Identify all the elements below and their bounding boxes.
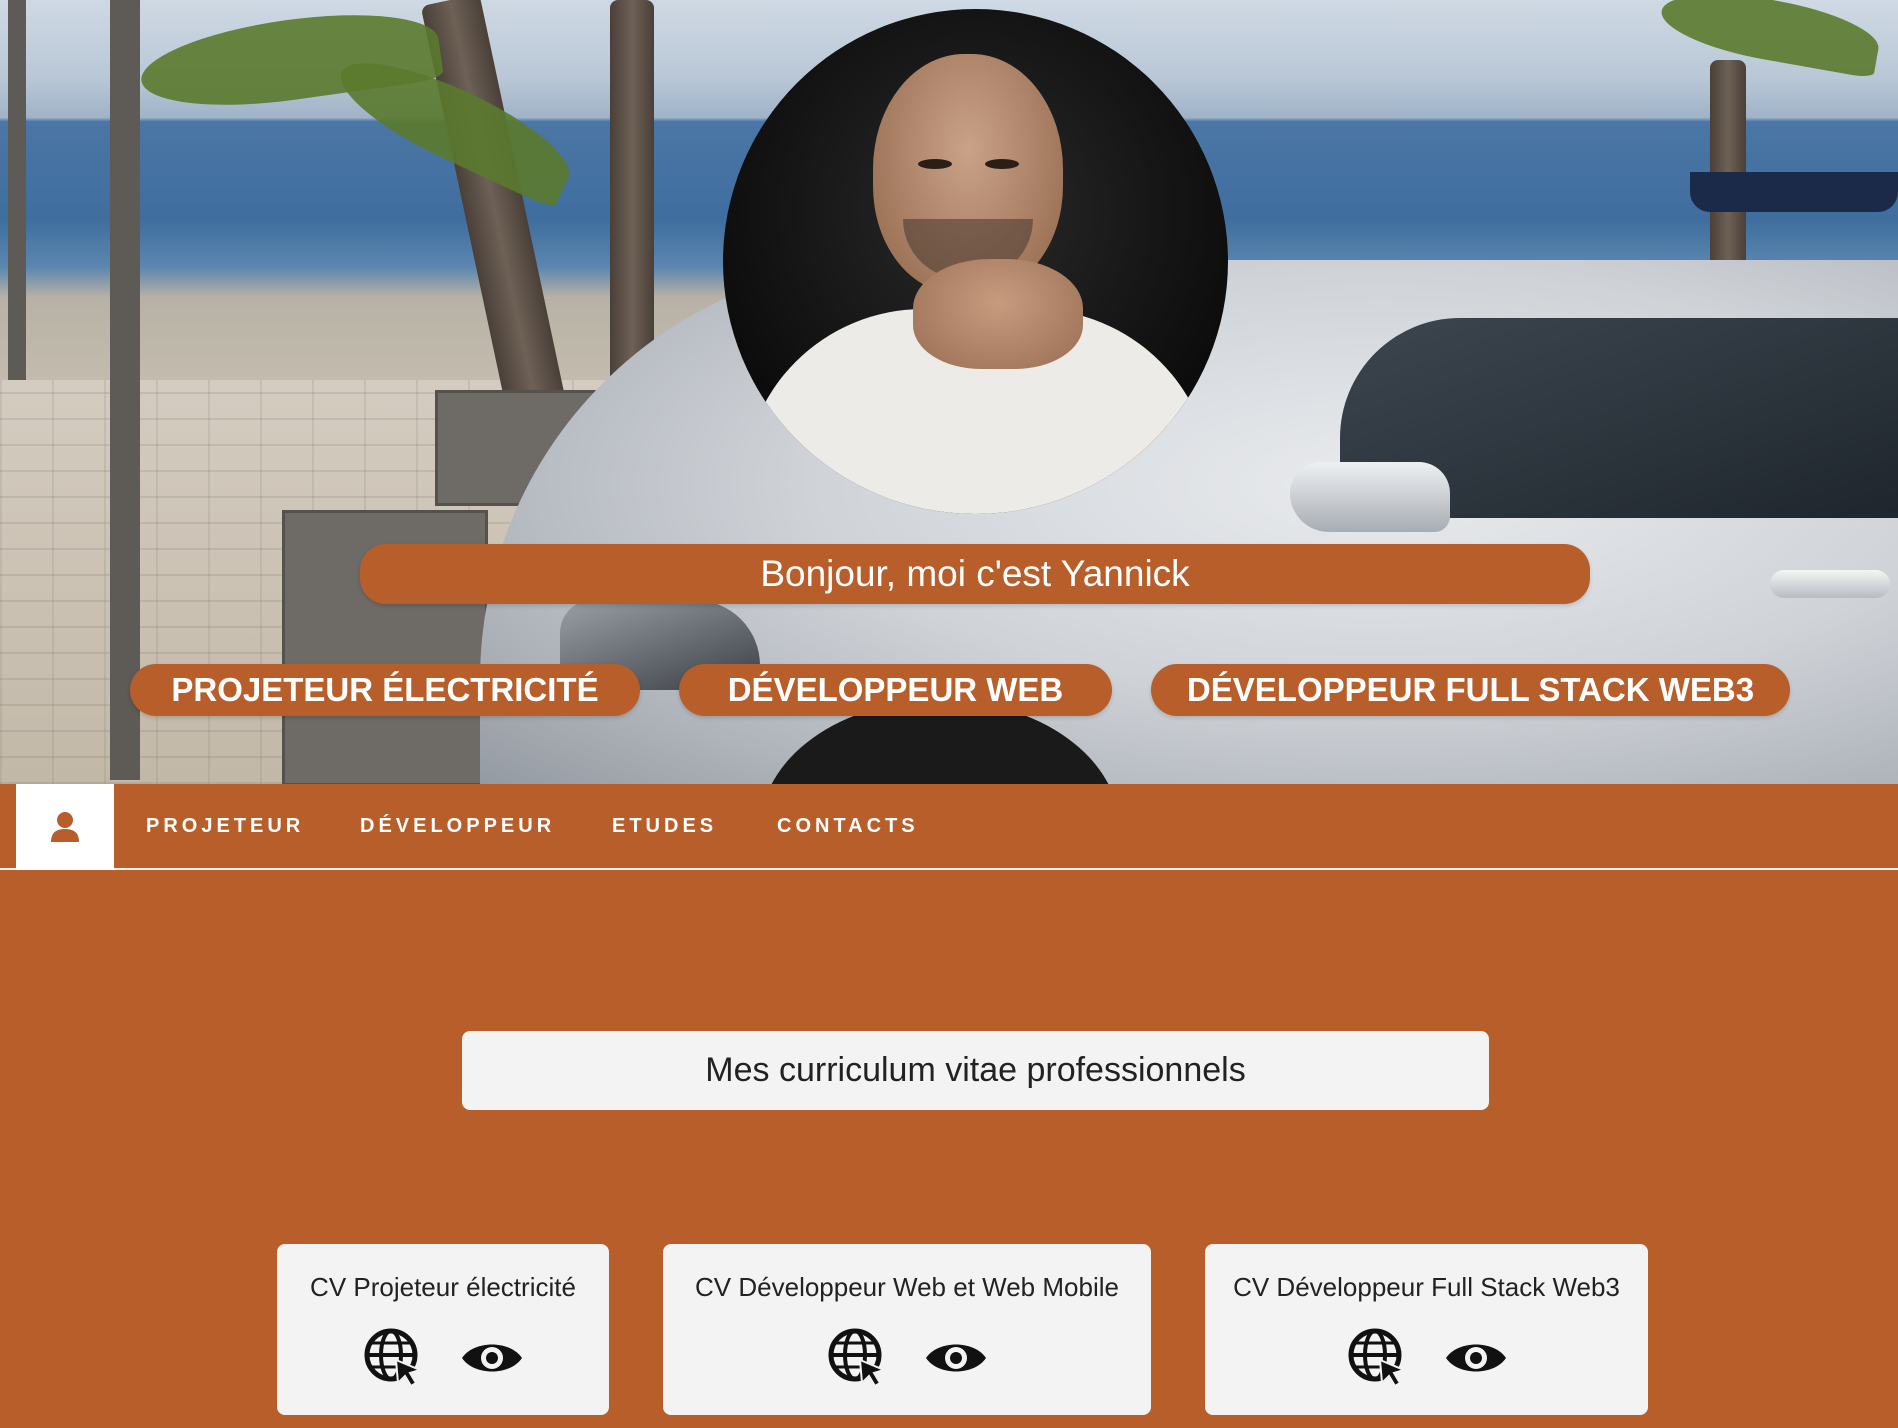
nav-link-developpeur[interactable]: DÉVELOPPEUR [360, 784, 555, 868]
eye-icon[interactable] [1444, 1326, 1508, 1390]
eye-icon[interactable] [460, 1326, 524, 1390]
lamp-pole [110, 0, 140, 780]
role-button-projeteur-electricite[interactable]: PROJETEUR ÉLECTRICITÉ [130, 664, 640, 716]
cv-card-title: CV Développeur Full Stack Web3 [1233, 1272, 1620, 1302]
globe-cursor-icon[interactable] [362, 1326, 426, 1390]
main-nav: PROJETEUR DÉVELOPPEUR ETUDES CONTACTS [0, 784, 1898, 870]
profile-photo [723, 9, 1228, 514]
cv-card-developpeur-web: CV Développeur Web et Web Mobile [663, 1244, 1151, 1415]
nav-link-contacts[interactable]: CONTACTS [777, 784, 919, 868]
nav-link-etudes[interactable]: ETUDES [612, 784, 717, 868]
globe-cursor-icon[interactable] [1346, 1326, 1410, 1390]
cv-card-projeteur: CV Projeteur électricité [277, 1244, 609, 1415]
lamp-pole [8, 0, 26, 380]
car-door-handle [1770, 570, 1890, 598]
sailboat [1690, 172, 1898, 212]
palm-frond [1656, 0, 1884, 79]
role-button-developpeur-full-stack-web3[interactable]: DÉVELOPPEUR FULL STACK WEB3 [1151, 664, 1790, 716]
section-title: Mes curriculum vitae professionnels [462, 1031, 1489, 1110]
nav-home-button[interactable] [16, 784, 114, 870]
car-mirror [1290, 462, 1450, 532]
globe-cursor-icon[interactable] [826, 1326, 890, 1390]
cv-card-full-stack-web3: CV Développeur Full Stack Web3 [1205, 1244, 1648, 1415]
nav-link-projeteur[interactable]: PROJETEUR [146, 784, 304, 868]
eye-icon[interactable] [924, 1326, 988, 1390]
hero-banner: Bonjour, moi c'est Yannick PROJETEUR ÉLE… [0, 0, 1898, 784]
cv-card-title: CV Développeur Web et Web Mobile [695, 1272, 1119, 1302]
user-icon [51, 812, 79, 842]
greeting-banner: Bonjour, moi c'est Yannick [360, 544, 1590, 604]
role-button-developpeur-web[interactable]: DÉVELOPPEUR WEB [679, 664, 1112, 716]
cv-card-title: CV Projeteur électricité [310, 1272, 576, 1302]
